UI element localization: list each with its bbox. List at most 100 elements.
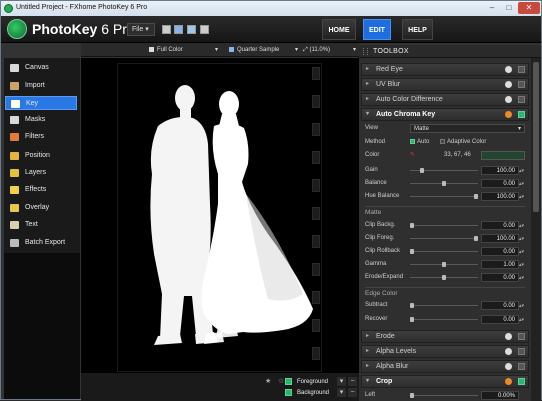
sidebar-item-import[interactable]: Import <box>5 79 77 93</box>
slider-knob[interactable] <box>474 236 478 241</box>
sidebar-item-text[interactable]: Text <box>5 218 77 232</box>
clip-foreg--slider[interactable] <box>410 236 478 241</box>
close-button[interactable]: ✕ <box>518 2 540 14</box>
slider-knob[interactable] <box>442 262 446 267</box>
reset-icon[interactable] <box>505 81 512 88</box>
reset-icon[interactable] <box>505 96 512 103</box>
crop-left-value[interactable]: 0.00% <box>481 391 519 400</box>
spinner-icon[interactable]: ▴▾ <box>519 221 524 230</box>
layer-foreground-checkbox[interactable] <box>285 377 292 385</box>
color-picker-icon[interactable]: ✎ <box>410 150 415 161</box>
spinner-icon[interactable]: ▴▾ <box>519 315 524 324</box>
slider-knob[interactable] <box>474 194 478 199</box>
layer-background-minus-icon[interactable]: − <box>348 388 357 397</box>
gamma-slider[interactable] <box>410 262 478 267</box>
sidebar-item-filters[interactable]: Filters <box>5 130 77 144</box>
expand-right-icon[interactable]: ▸ <box>366 79 369 90</box>
erode-expand-slider[interactable] <box>410 275 478 280</box>
slider-knob[interactable] <box>410 393 414 398</box>
sidebar-item-key[interactable]: Key <box>5 96 77 110</box>
reset-icon[interactable] <box>505 363 512 370</box>
reset-icon[interactable] <box>505 378 512 385</box>
minimize-button[interactable]: – <box>484 2 500 14</box>
expand-right-icon[interactable]: ▸ <box>366 346 369 357</box>
clip-rollback-slider[interactable] <box>410 249 478 254</box>
layer-foreground-menu-icon[interactable]: ▾ <box>337 377 346 386</box>
clip-backg--slider[interactable] <box>410 223 478 228</box>
enable-checkbox[interactable] <box>518 378 525 385</box>
spinner-icon[interactable]: ▴▾ <box>519 179 524 188</box>
zoom-dropdown[interactable]: ⤢ (11.0%) ▾ <box>303 45 359 55</box>
crop-left-slider[interactable] <box>410 393 478 398</box>
method-auto-option[interactable]: Auto <box>410 137 429 148</box>
sidebar-item-masks[interactable]: Masks <box>5 113 77 127</box>
print-icon[interactable] <box>200 25 209 34</box>
sidebar-item-canvas[interactable]: Canvas <box>5 61 77 75</box>
recover-value[interactable]: 0.00 <box>481 315 519 324</box>
enable-checkbox[interactable] <box>518 96 525 103</box>
nav-help-button[interactable]: HELP <box>402 19 433 40</box>
expand-down-icon[interactable]: ▾ <box>366 376 369 387</box>
slider-knob[interactable] <box>410 317 414 322</box>
sample-mode-dropdown[interactable]: Quarter Sample ▾ <box>229 45 299 55</box>
sidebar-item-position[interactable]: Position <box>5 149 77 163</box>
sidebar-item-overlay[interactable]: Overlay <box>5 201 77 215</box>
view-dropdown[interactable]: Matte ▾ <box>410 124 525 133</box>
method-adaptive-checkbox[interactable] <box>440 138 445 144</box>
slider-knob[interactable] <box>420 168 424 173</box>
export-icon[interactable] <box>187 25 196 34</box>
method-adaptive-option[interactable]: Adaptive Color <box>440 137 486 148</box>
open-icon[interactable] <box>162 25 171 34</box>
erode-expand-value[interactable]: 0.00 <box>481 273 519 282</box>
spinner-icon[interactable]: ▴▾ <box>519 273 524 282</box>
color-swatch[interactable] <box>481 151 525 160</box>
layer-foreground-minus-icon[interactable]: − <box>348 377 357 386</box>
toolbox-scrollbar[interactable] <box>531 58 541 401</box>
star-icon[interactable]: ★ <box>265 377 275 387</box>
slider-knob[interactable] <box>410 249 414 254</box>
reset-icon[interactable] <box>505 111 512 118</box>
slider-knob[interactable] <box>442 181 446 186</box>
panel-auto-chroma-key[interactable]: ▾ Auto Chroma Key <box>361 108 529 121</box>
image-canvas[interactable] <box>117 63 322 372</box>
enable-checkbox[interactable] <box>518 81 525 88</box>
expand-right-icon[interactable]: ▸ <box>366 331 369 342</box>
panel-alpha-levels[interactable]: ▸ Alpha Levels <box>361 345 529 358</box>
gamma-value[interactable]: 1.00 <box>481 260 519 269</box>
spinner-icon[interactable]: ▴▾ <box>519 166 524 175</box>
panel-crop[interactable]: ▾ Crop <box>361 375 529 388</box>
spinner-icon[interactable]: ▴▾ <box>519 192 524 201</box>
reset-icon[interactable] <box>505 333 512 340</box>
sidebar-item-batch-export[interactable]: Batch Export <box>5 236 77 250</box>
expand-down-icon[interactable]: ▾ <box>366 109 369 120</box>
sidebar-item-effects[interactable]: Effects <box>5 183 77 197</box>
recover-slider[interactable] <box>410 317 478 322</box>
enable-checkbox[interactable] <box>518 111 525 118</box>
enable-checkbox[interactable] <box>518 333 525 340</box>
clip-backg--value[interactable]: 0.00 <box>481 221 519 230</box>
save-icon[interactable] <box>174 25 183 34</box>
reset-icon[interactable] <box>505 348 512 355</box>
subtract-value[interactable]: 0.00 <box>481 301 519 310</box>
file-menu[interactable]: File ▾ <box>127 23 155 36</box>
nav-edit-button[interactable]: EDIT <box>363 19 391 40</box>
spinner-icon[interactable]: ▴▾ <box>519 234 524 243</box>
subtract-slider[interactable] <box>410 303 478 308</box>
panel-erode[interactable]: ▸ Erode <box>361 330 529 343</box>
expand-right-icon[interactable]: ▸ <box>366 94 369 105</box>
maximize-button[interactable]: □ <box>501 2 517 14</box>
slider-knob[interactable] <box>410 223 414 228</box>
gain-slider[interactable] <box>410 168 478 173</box>
slider-knob[interactable] <box>442 275 446 280</box>
balance-slider[interactable] <box>410 181 478 186</box>
expand-right-icon[interactable]: ▸ <box>366 64 369 75</box>
hue-balance-value[interactable]: 100.00 <box>481 192 519 201</box>
panel-red-eye[interactable]: ▸ Red Eye <box>361 63 529 76</box>
enable-checkbox[interactable] <box>518 363 525 370</box>
layer-background-checkbox[interactable] <box>285 388 292 396</box>
color-mode-dropdown[interactable]: Full Color ▾ <box>149 45 219 55</box>
spinner-icon[interactable]: ▴▾ <box>519 301 524 310</box>
spinner-icon[interactable]: ▴▾ <box>519 260 524 269</box>
clip-foreg--value[interactable]: 100.00 <box>481 234 519 243</box>
reset-icon[interactable] <box>505 66 512 73</box>
